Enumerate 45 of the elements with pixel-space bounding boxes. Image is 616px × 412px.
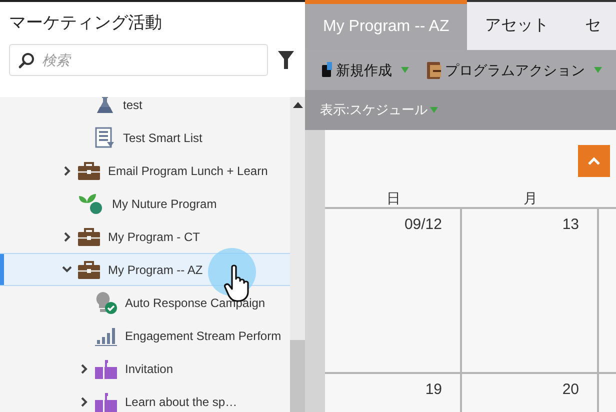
bar-chart-icon [95,326,117,346]
day-cell[interactable]: 13 [462,209,599,372]
chevron-up-icon [587,156,601,166]
collapse-button[interactable] [578,145,610,177]
scrollbar[interactable] [290,97,305,412]
toolbar-button[interactable]: プログラムアクション [427,60,602,80]
caret-icon [594,67,602,73]
caret-icon [430,107,438,113]
new-icon [321,62,333,78]
toolbar-button[interactable]: 新規作成 [321,60,409,80]
tree-item[interactable]: test [0,97,290,121]
tree-item[interactable]: Engagement Stream Perform [0,319,290,352]
list-icon [95,126,115,148]
weekday-label: 日 [386,189,402,207]
lightbulb-check-icon [95,290,117,314]
briefcase-icon [78,162,100,180]
day-cell[interactable]: 09/12 [325,209,462,372]
briefcase-icon [78,260,100,279]
sprout-icon [78,192,104,214]
flask-icon [95,97,115,114]
chevron-right-icon[interactable] [64,166,70,176]
chevron-down-icon[interactable] [62,266,72,273]
day-cell[interactable]: 20 [462,374,599,412]
day-cell[interactable]: 19 [325,374,462,412]
mailbox-icon [95,358,117,378]
search-field[interactable]: 検索 [9,44,268,76]
chevron-right-icon[interactable] [80,396,88,406]
tree-item[interactable]: Auto Response Campaign [0,286,290,319]
folder-icon [427,62,442,78]
briefcase-icon [78,228,100,246]
chevron-right-icon[interactable] [64,232,70,242]
caret-icon [401,67,409,73]
sidebar-title: マーケティング活動 [9,12,163,34]
weekday-label: 月 [522,189,538,207]
scroll-up-icon[interactable] [293,102,303,108]
tree-item[interactable]: My Program - CT [0,220,290,253]
chevron-right-icon[interactable] [80,364,88,374]
search-icon [18,52,35,69]
tree-item[interactable]: Learn about the sp… [0,385,290,412]
scrollbar-thumb[interactable] [290,340,305,412]
tree-item[interactable]: Email Program Lunch + Learn [0,154,290,187]
filter-icon[interactable] [278,51,294,69]
tree-item[interactable]: My Nuture Program [0,187,290,220]
tree-item[interactable]: Invitation [0,352,290,385]
tree-item[interactable]: Test Smart List [0,121,290,154]
